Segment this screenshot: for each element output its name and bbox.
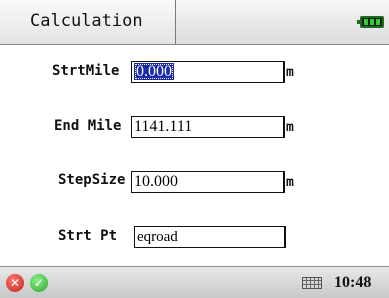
end-mile-unit: m [286, 120, 294, 135]
start-mile-row: StrtMile 0.000 m [0, 60, 389, 90]
step-size-row: StepSize 10.000 m [0, 170, 389, 200]
start-mile-unit: m [286, 65, 294, 80]
end-mile-value: 1141.111 [134, 118, 193, 135]
end-mile-row: End Mile 1141.111 m [0, 115, 389, 145]
start-point-row: Strt Pt eqroad [0, 225, 389, 255]
battery-icon [357, 16, 384, 28]
tab-calculation[interactable]: Calculation [0, 0, 176, 44]
start-point-value: eqroad [137, 229, 178, 245]
check-icon[interactable]: ✓ [30, 274, 48, 292]
step-size-value: 10.000 [134, 173, 178, 190]
keyboard-icon[interactable] [302, 277, 322, 289]
title-bar: Calculation [0, 0, 389, 45]
start-point-input[interactable]: eqroad [134, 226, 286, 248]
step-size-unit: m [286, 175, 294, 190]
close-icon[interactable]: ✕ [6, 274, 24, 292]
start-mile-label: StrtMile [52, 63, 120, 79]
step-size-label: StepSize [58, 172, 126, 188]
status-bar: ✕ ✓ 10:48 [0, 266, 389, 298]
step-size-input[interactable]: 10.000 [131, 171, 285, 193]
start-mile-input[interactable]: 0.000 [131, 61, 285, 83]
end-mile-label: End Mile [54, 118, 122, 134]
start-point-label: Strt Pt [58, 228, 118, 244]
start-mile-value: 0.000 [134, 63, 174, 80]
tab-label: Calculation [30, 11, 143, 31]
clock: 10:48 [334, 274, 372, 291]
end-mile-input[interactable]: 1141.111 [131, 116, 285, 138]
